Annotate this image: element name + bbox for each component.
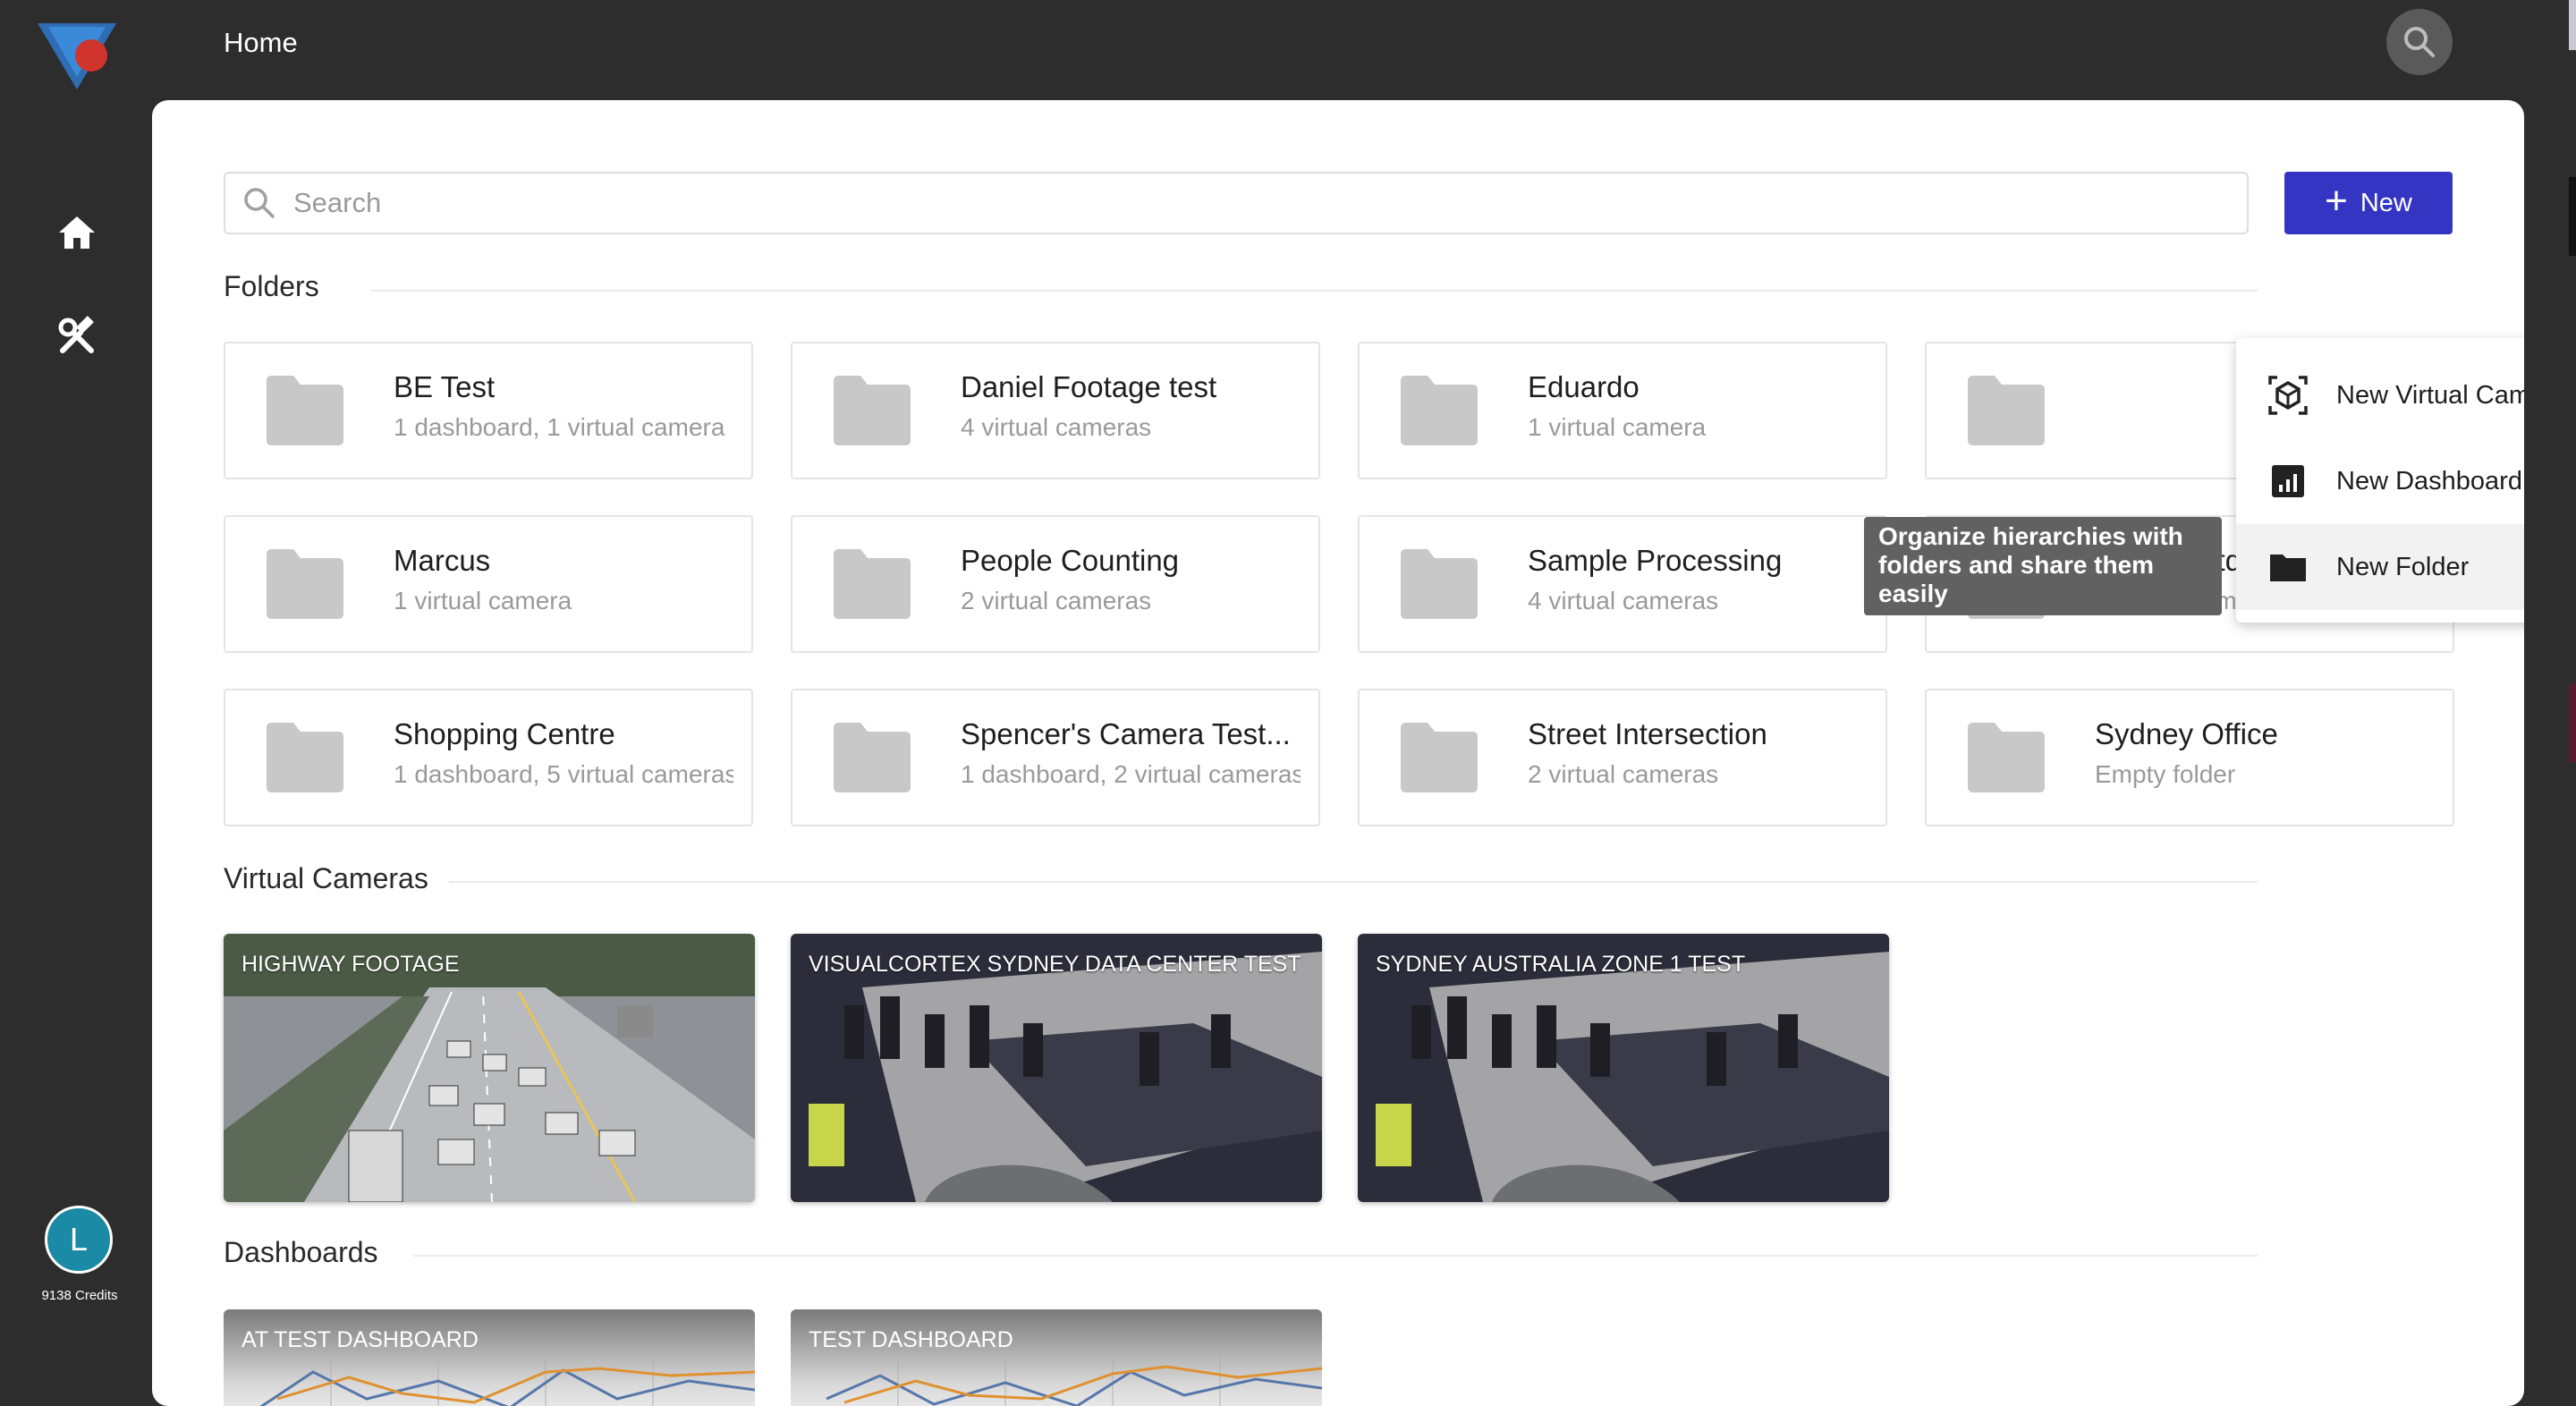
divider	[449, 881, 2258, 883]
folder-name: Eduardo	[1528, 370, 1640, 403]
folder-card[interactable]: Shopping Centre 1 dashboard, 5 virtual ca…	[224, 689, 753, 826]
folder-subtitle: 1 dashboard, 5 virtual cameras	[394, 760, 733, 788]
folder-icon	[2270, 555, 2306, 581]
folder-subtitle: 4 virtual cameras	[961, 413, 1152, 441]
folder-card[interactable]: Sydney Office Empty folder	[1925, 689, 2454, 826]
folder-icon	[834, 723, 911, 792]
new-button-label: New	[2360, 188, 2412, 217]
folder-icon	[834, 549, 911, 619]
folder-icon	[1968, 723, 2045, 792]
folder-icon	[834, 376, 911, 445]
virtual-camera-card[interactable]: SYDNEY AUSTRALIA ZONE 1 TEST	[1358, 934, 1889, 1202]
virtual-camera-card[interactable]: VISUALCORTEX SYDNEY DATA CENTER TEST	[791, 934, 1322, 1202]
search-input[interactable]	[292, 186, 2174, 220]
divider	[370, 290, 2258, 292]
home-icon[interactable]	[54, 209, 100, 256]
menu-item-label: New Virtual Camera	[2336, 380, 2524, 410]
dashboard-title: TEST DASHBOARD	[809, 1327, 1013, 1352]
menu-item-label: New Folder	[2336, 552, 2470, 581]
folder-subtitle: 2 virtual cameras	[1528, 760, 1719, 788]
window-edge	[2569, 0, 2576, 1395]
folder-subtitle: 4 virtual cameras	[1528, 587, 1719, 614]
search-bar[interactable]	[224, 172, 2249, 234]
dashboard-title: AT TEST DASHBOARD	[242, 1327, 479, 1352]
folder-card[interactable]: Daniel Footage test 4 virtual cameras	[791, 342, 1320, 479]
menu-item-label: New Dashboard	[2336, 466, 2522, 495]
folder-subtitle: 1 dashboard, 1 virtual camera	[394, 413, 725, 441]
folder-card[interactable]: People Counting 2 virtual cameras	[791, 515, 1320, 653]
folder-subtitle: 1 virtual camera	[394, 587, 572, 614]
folders-heading: Folders	[224, 270, 319, 302]
search-icon	[244, 188, 275, 218]
virtual-camera-card[interactable]: HIGHWAY FOOTAGE	[224, 934, 755, 1202]
folder-subtitle: 1 virtual camera	[1528, 413, 1707, 441]
folder-name: Street Intersection	[1528, 717, 1767, 750]
folder-icon	[267, 376, 343, 445]
tools-icon[interactable]	[54, 315, 100, 361]
folder-card[interactable]: Eduardo 1 virtual camera	[1358, 342, 1887, 479]
divider	[413, 1255, 2258, 1257]
folder-name: Marcus	[394, 544, 491, 577]
folder-icon	[1401, 549, 1478, 619]
tooltip: Organize hierarchies with folders and sh…	[1864, 517, 2222, 615]
folder-card[interactable]: Spencer's Camera Test... 1 dashboard, 2 v…	[791, 689, 1320, 826]
dashboard-card[interactable]: TEST DASHBOARD	[791, 1309, 1322, 1406]
search-icon	[2404, 27, 2435, 57]
virtual-camera-icon	[2268, 376, 2308, 415]
camera-title: SYDNEY AUSTRALIA ZONE 1 TEST	[1376, 952, 1746, 977]
folder-card[interactable]: Street Intersection 2 virtual cameras	[1358, 689, 1887, 826]
dashboard-thumbnail	[259, 1354, 755, 1406]
folder-icon	[1401, 376, 1478, 445]
folder-name: People Counting	[961, 544, 1180, 577]
virtual-cameras-heading: Virtual Cameras	[224, 862, 428, 894]
dashboard-card[interactable]: AT TEST DASHBOARD	[224, 1309, 755, 1406]
folder-subtitle: 1 dashboard, 2 virtual cameras	[961, 760, 1301, 788]
page-title: Home	[224, 27, 298, 58]
folder-icon	[1968, 376, 2045, 445]
folder-name: Shopping Centre	[394, 717, 615, 750]
menu-item-new-folder[interactable]: New Folder	[2236, 524, 2524, 610]
user-avatar[interactable]: L	[45, 1206, 113, 1274]
folder-icon	[1401, 723, 1478, 792]
dashboard-icon	[2272, 465, 2304, 497]
camera-title: HIGHWAY FOOTAGE	[242, 952, 460, 977]
new-button[interactable]: + New	[2284, 172, 2453, 234]
folder-icon	[267, 723, 343, 792]
app-logo[interactable]	[34, 20, 120, 93]
folder-name: Sample Processing	[1528, 544, 1783, 577]
folder-name: Spencer's Camera Test...	[961, 717, 1291, 750]
avatar-initial: L	[69, 1221, 89, 1258]
menu-item-new-dashboard[interactable]: New Dashboard	[2236, 438, 2524, 524]
folder-icon	[267, 549, 343, 619]
camera-title: VISUALCORTEX SYDNEY DATA CENTER TEST	[809, 952, 1301, 977]
main-panel: + New Folders BE Test 1 dashboard, 1 virt…	[152, 100, 2524, 1406]
menu-item-new-virtual-camera[interactable]: New Virtual Camera	[2236, 352, 2524, 438]
folder-subtitle: Empty folder	[2095, 760, 2236, 788]
global-search-button[interactable]	[2386, 9, 2453, 75]
folder-name: BE Test	[394, 370, 496, 403]
plus-icon: +	[2325, 179, 2348, 223]
new-menu: New Virtual Camera New Dashboard New Fol…	[2236, 338, 2524, 623]
credits-label: 9138 Credits	[41, 1288, 118, 1303]
dashboard-thumbnail	[826, 1354, 1322, 1406]
folder-card[interactable]: BE Test 1 dashboard, 1 virtual camera	[224, 342, 753, 479]
folder-card[interactable]: Sample Processing 4 virtual cameras	[1358, 515, 1887, 653]
folder-subtitle: 2 virtual cameras	[961, 587, 1152, 614]
folder-card[interactable]: Marcus 1 virtual camera	[224, 515, 753, 653]
sidebar: L 9138 Credits	[0, 0, 150, 1395]
folder-name: Daniel Footage test	[961, 370, 1217, 403]
dashboards-heading: Dashboards	[224, 1236, 378, 1268]
folder-name: Sydney Office	[2095, 717, 2278, 750]
